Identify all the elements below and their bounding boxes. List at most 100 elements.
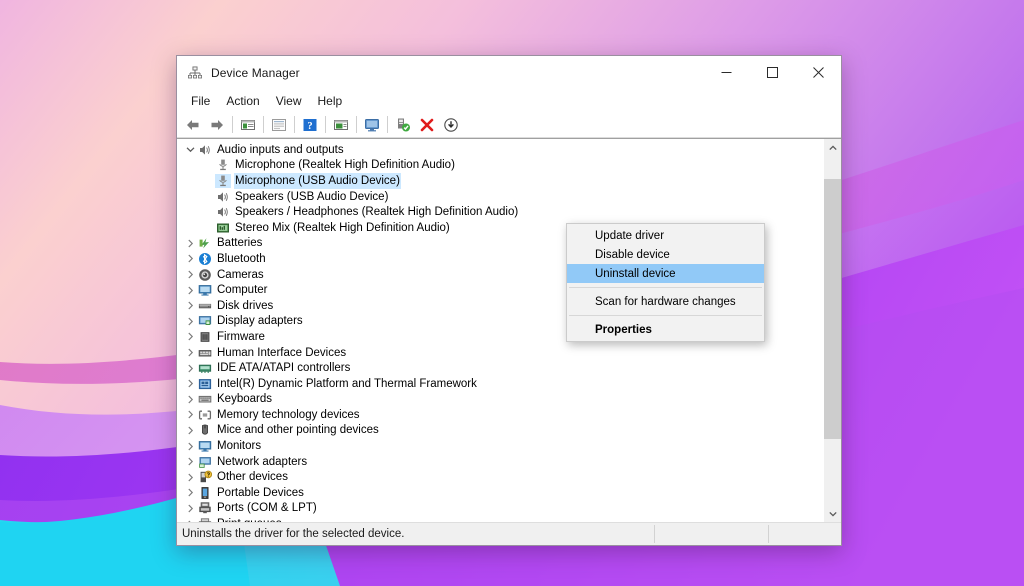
tree-node[interactable]: Monitors: [177, 438, 823, 454]
tree-node-label: IDE ATA/ATAPI controllers: [217, 361, 350, 375]
disk-drive-icon: [197, 299, 213, 313]
uninstall-device-button[interactable]: [415, 114, 439, 136]
window-titlebar[interactable]: Device Manager: [177, 56, 841, 90]
scroll-up-button[interactable]: [824, 139, 841, 156]
forward-button[interactable]: [205, 114, 229, 136]
device-context-menu[interactable]: Update driverDisable deviceUninstall dev…: [566, 223, 765, 342]
tree-node-label: Disk drives: [217, 299, 273, 313]
chevron-right-icon[interactable]: [183, 301, 197, 310]
show-hide-action-pane-button[interactable]: [329, 114, 353, 136]
chevron-right-icon[interactable]: [183, 504, 197, 513]
tree-node[interactable]: Human Interface Devices: [177, 345, 823, 361]
tree-node[interactable]: Intel(R) Dynamic Platform and Thermal Fr…: [177, 376, 823, 392]
status-bar-divider: [654, 525, 655, 543]
update-driver-icon: [395, 117, 411, 133]
tree-node-label: Microphone (Realtek High Definition Audi…: [235, 158, 455, 172]
close-button[interactable]: [795, 56, 841, 89]
tree-node-label: Mice and other pointing devices: [217, 423, 379, 437]
network-adapter-icon: [198, 455, 212, 469]
context-menu-item[interactable]: Properties: [567, 320, 764, 339]
chevron-right-icon[interactable]: [183, 379, 197, 388]
scan-for-hardware-changes-button[interactable]: [360, 114, 384, 136]
chevron-right-icon[interactable]: [183, 442, 197, 451]
tree-node-label: Microphone (USB Audio Device): [235, 174, 400, 188]
update-driver-button[interactable]: [391, 114, 415, 136]
speaker-icon: [215, 205, 231, 219]
back-button[interactable]: [181, 114, 205, 136]
context-menu-item[interactable]: Uninstall device: [567, 264, 764, 283]
status-bar-divider: [768, 525, 769, 543]
memory-icon: [198, 408, 212, 422]
tree-node[interactable]: Speakers / Headphones (Realtek High Defi…: [177, 204, 823, 220]
chevron-right-icon[interactable]: [183, 426, 197, 435]
speaker-icon: [198, 143, 212, 157]
toolbar-separator: [263, 116, 264, 133]
context-menu-item[interactable]: Disable device: [567, 245, 764, 264]
chevron-right-icon[interactable]: [183, 239, 197, 248]
chevron-right-icon[interactable]: [183, 488, 197, 497]
chevron-right-icon[interactable]: [183, 317, 197, 326]
microphone-icon: [216, 158, 230, 172]
mouse-icon: [197, 423, 213, 437]
chevron-right-icon[interactable]: [183, 348, 197, 357]
tree-node[interactable]: Other devices: [177, 469, 823, 485]
help-button[interactable]: ?: [298, 114, 322, 136]
scroll-down-button[interactable]: [824, 505, 841, 522]
chevron-right-icon[interactable]: [183, 457, 197, 466]
tree-node[interactable]: Microphone (USB Audio Device): [177, 173, 823, 189]
chevron-right-icon[interactable]: [183, 473, 197, 482]
minimize-button[interactable]: [703, 56, 749, 89]
tree-node[interactable]: Memory technology devices: [177, 407, 823, 423]
memory-icon: [197, 408, 213, 422]
chevron-right-icon[interactable]: [183, 395, 197, 404]
left-arrow-icon: [185, 117, 201, 133]
maximize-button[interactable]: [749, 56, 795, 89]
menu-item-action[interactable]: Action: [218, 91, 267, 111]
microphone-icon: [215, 158, 231, 172]
chevron-right-icon[interactable]: [183, 410, 197, 419]
menu-item-file[interactable]: File: [183, 91, 218, 111]
tree-node[interactable]: IDE ATA/ATAPI controllers: [177, 360, 823, 376]
tree-node[interactable]: Network adapters: [177, 454, 823, 470]
properties-icon: [271, 117, 287, 133]
scrollbar-thumb[interactable]: [824, 179, 841, 439]
tree-node[interactable]: Mice and other pointing devices: [177, 423, 823, 439]
menu-item-view[interactable]: View: [268, 91, 310, 111]
context-menu-item[interactable]: Scan for hardware changes: [567, 292, 764, 311]
tree-node-label: Computer: [217, 283, 268, 297]
properties-button[interactable]: [267, 114, 291, 136]
tree-node[interactable]: Microphone (Realtek High Definition Audi…: [177, 158, 823, 174]
chevron-right-icon[interactable]: [183, 254, 197, 263]
toolbar-separator: [232, 116, 233, 133]
speaker-icon: [197, 143, 213, 157]
tree-node[interactable]: Audio inputs and outputs: [177, 142, 823, 158]
chevron-right-icon[interactable]: [183, 364, 197, 373]
red-x-icon: [419, 117, 435, 133]
tree-node[interactable]: Portable Devices: [177, 485, 823, 501]
vertical-scrollbar[interactable]: [823, 139, 841, 522]
chevron-down-icon[interactable]: [183, 146, 197, 153]
tree-node-label: Stereo Mix (Realtek High Definition Audi…: [235, 221, 450, 235]
tree-node[interactable]: Ports (COM & LPT): [177, 501, 823, 517]
tree-node-label: Audio inputs and outputs: [217, 143, 344, 157]
disable-down-arrow-icon: [443, 117, 459, 133]
chevron-right-icon[interactable]: [183, 270, 197, 279]
chevron-right-icon[interactable]: [183, 332, 197, 341]
disable-device-button[interactable]: [439, 114, 463, 136]
hid-icon: [198, 346, 212, 360]
microphone-icon: [215, 174, 231, 188]
portable-device-icon: [198, 486, 212, 500]
tree-node-label: Memory technology devices: [217, 408, 360, 422]
tree-node[interactable]: Speakers (USB Audio Device): [177, 189, 823, 205]
tree-node[interactable]: Keyboards: [177, 392, 823, 408]
chevron-right-icon[interactable]: [183, 286, 197, 295]
mouse-icon: [198, 423, 212, 437]
show-hide-console-tree-button[interactable]: [236, 114, 260, 136]
menu-item-help[interactable]: Help: [310, 91, 351, 111]
ide-controller-icon: [197, 361, 213, 375]
console-tree-icon: [240, 117, 256, 133]
speaker-icon: [216, 190, 230, 204]
context-menu-item[interactable]: Update driver: [567, 226, 764, 245]
battery-icon: [197, 236, 213, 250]
toolbar: ?: [177, 112, 841, 138]
